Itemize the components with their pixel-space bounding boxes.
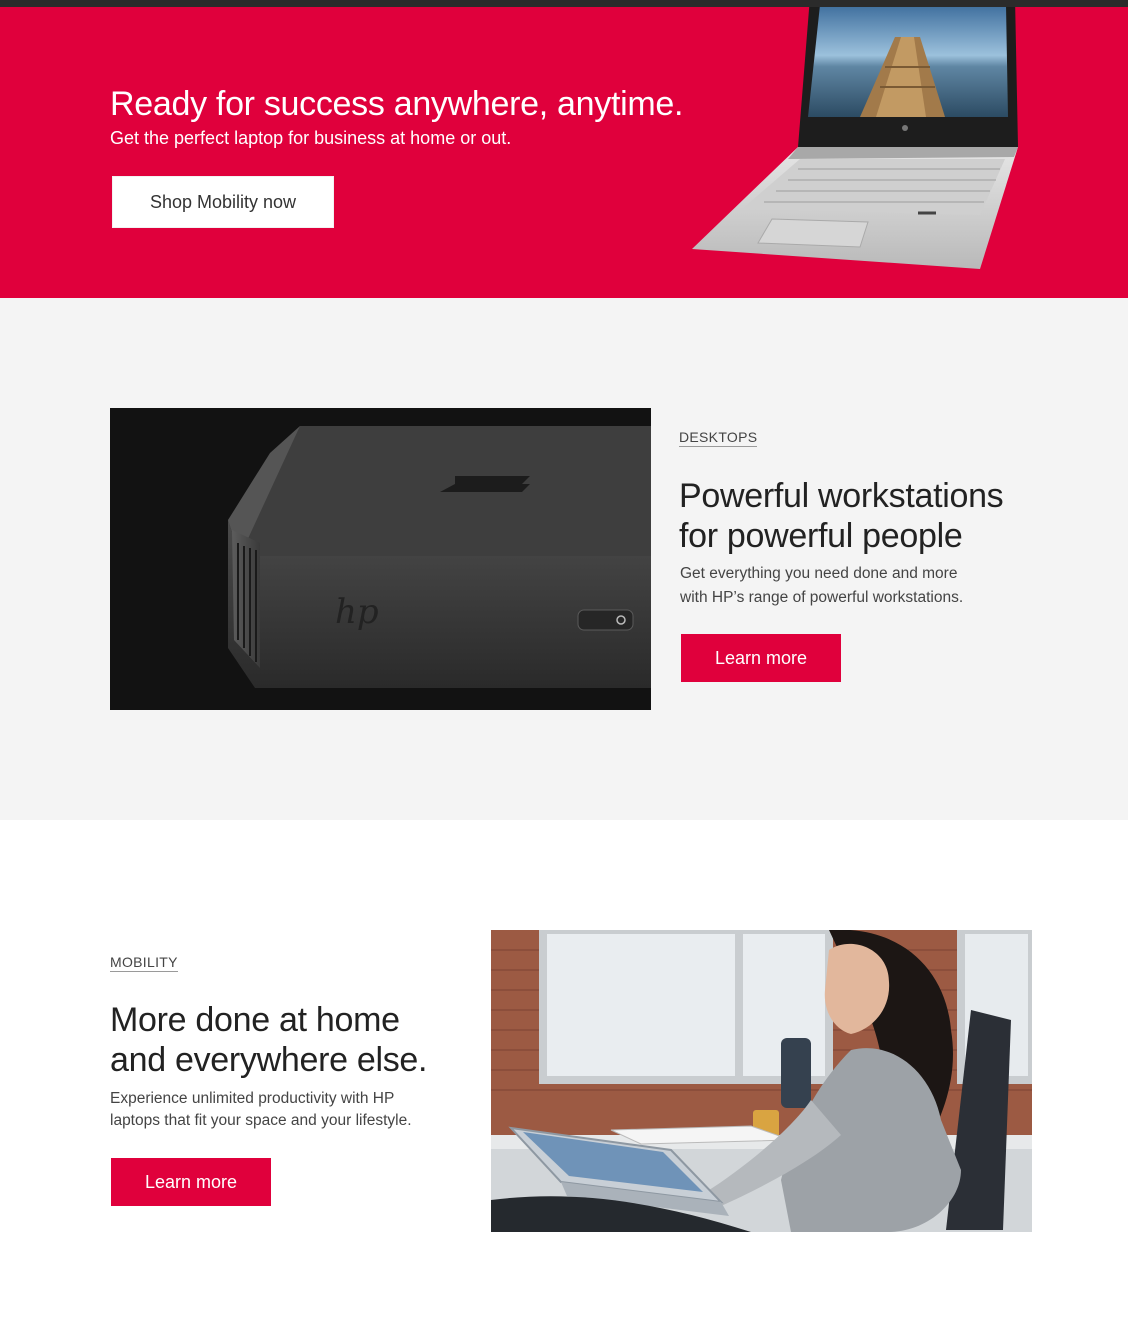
desktops-learn-more-button[interactable]: Learn more	[681, 634, 841, 682]
hero-banner: Ready for success anywhere, anytime. Get…	[0, 7, 1128, 298]
mobility-section: MOBILITY More done at home and everywher…	[0, 820, 1128, 1336]
top-bar	[0, 0, 1128, 7]
hero-subtitle: Get the perfect laptop for business at h…	[110, 128, 512, 148]
mobility-eyebrow: MOBILITY	[110, 954, 178, 972]
svg-text:hp: hp	[335, 592, 379, 632]
mobility-title-line1: More done at home	[110, 1001, 400, 1039]
mobility-title-line2: and everywhere else.	[110, 1041, 428, 1079]
desktops-eyebrow: DESKTOPS	[679, 429, 758, 447]
shop-mobility-button[interactable]: Shop Mobility now	[112, 176, 334, 228]
woman-with-laptop-image	[491, 930, 1032, 1232]
desktops-title-line2: for powerful people	[679, 517, 963, 555]
desktops-body-line1: Get everything you need done and more	[680, 565, 958, 582]
mobility-learn-more-button[interactable]: Learn more	[111, 1158, 271, 1206]
hero-title: Ready for success anywhere, anytime.	[110, 85, 684, 123]
desktops-title-line1: Powerful workstations	[679, 477, 1004, 515]
mobility-body-line2: laptops that fit your space and your lif…	[110, 1112, 412, 1129]
mobility-body-line1: Experience unlimited productivity with H…	[110, 1090, 395, 1107]
laptop-image	[692, 7, 1018, 269]
workstation-image: hp	[110, 408, 651, 710]
desktops-section: hp DESKTOPS Powerful workstations for po…	[0, 298, 1128, 820]
desktops-body-line2: with HP’s range of powerful workstations…	[680, 589, 964, 606]
